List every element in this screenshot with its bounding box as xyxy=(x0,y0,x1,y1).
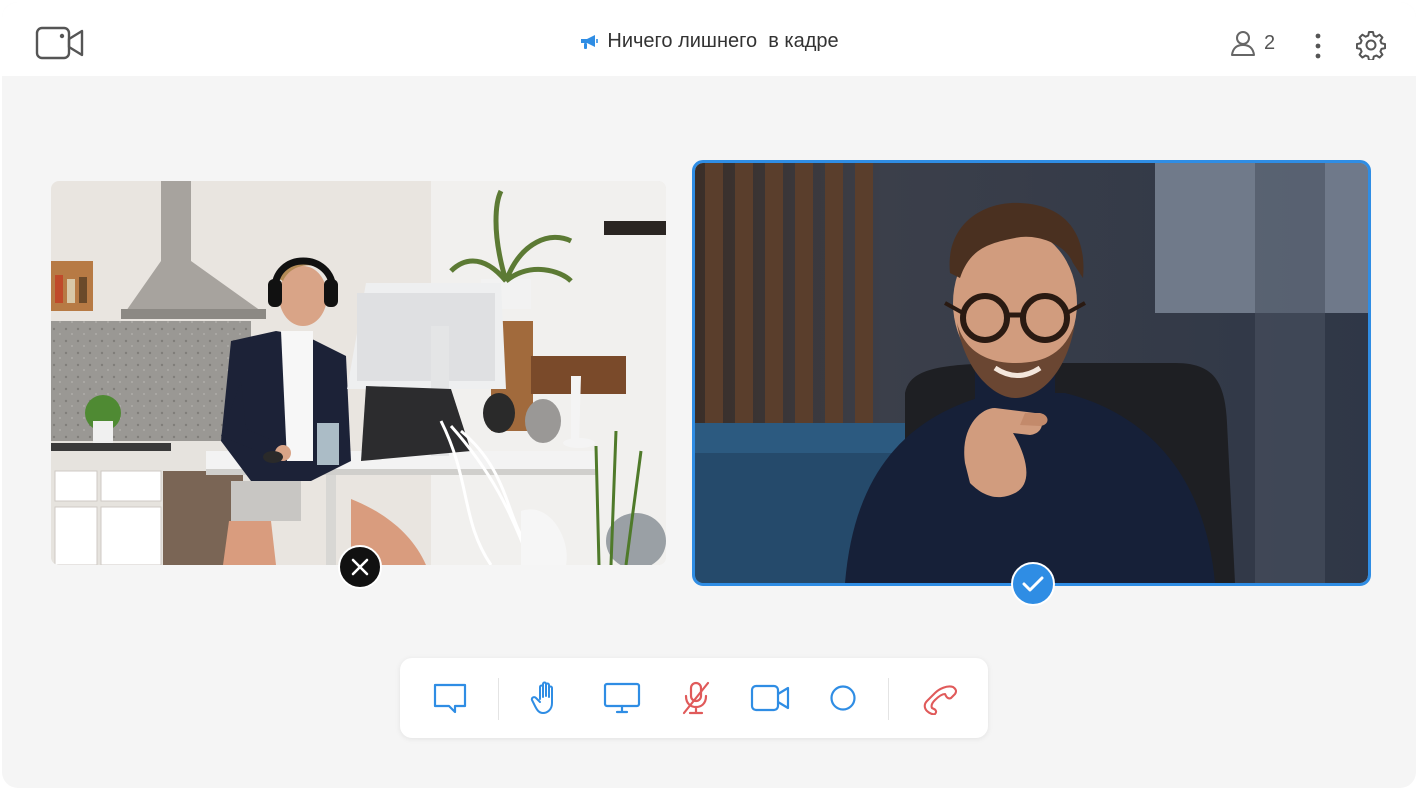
close-icon xyxy=(350,557,370,577)
screen-share-button[interactable] xyxy=(602,678,642,718)
toolbar-divider xyxy=(888,678,889,720)
raise-hand-icon xyxy=(530,681,564,715)
rejected-badge xyxy=(338,545,382,589)
approved-badge xyxy=(1011,562,1055,606)
call-toolbar xyxy=(400,658,988,738)
microphone-button[interactable] xyxy=(676,678,716,718)
participant-tile-turtleneck[interactable] xyxy=(692,160,1371,586)
check-icon xyxy=(1022,575,1044,593)
gear-icon[interactable] xyxy=(1354,28,1388,62)
participants-indicator[interactable]: 2 xyxy=(1230,29,1275,57)
toolbar-divider xyxy=(498,678,499,720)
record-icon xyxy=(829,684,857,712)
megaphone-icon xyxy=(579,33,599,51)
screen-share-icon xyxy=(603,682,641,714)
person-icon xyxy=(1230,29,1256,57)
title-text: Ничего лишнего в кадре xyxy=(607,30,839,52)
top-bar: Ничего лишнего в кадре 2 xyxy=(2,2,1416,76)
hang-up-icon xyxy=(921,681,959,715)
participants-count: 2 xyxy=(1264,31,1276,54)
hang-up-button[interactable] xyxy=(920,678,960,718)
chat-button[interactable] xyxy=(430,678,470,718)
participant-tile-home-office[interactable] xyxy=(51,181,666,565)
camera-button[interactable] xyxy=(750,678,790,718)
camera-icon xyxy=(750,684,790,712)
video-call-window: Ничего лишнего в кадре 2 xyxy=(2,2,1416,788)
raise-hand-button[interactable] xyxy=(527,678,567,718)
chat-icon xyxy=(433,682,467,714)
record-button[interactable] xyxy=(823,678,863,718)
microphone-muted-icon xyxy=(681,680,711,716)
more-vertical-icon[interactable] xyxy=(1306,30,1330,62)
call-title: Ничего лишнего в кадре xyxy=(2,30,1416,53)
